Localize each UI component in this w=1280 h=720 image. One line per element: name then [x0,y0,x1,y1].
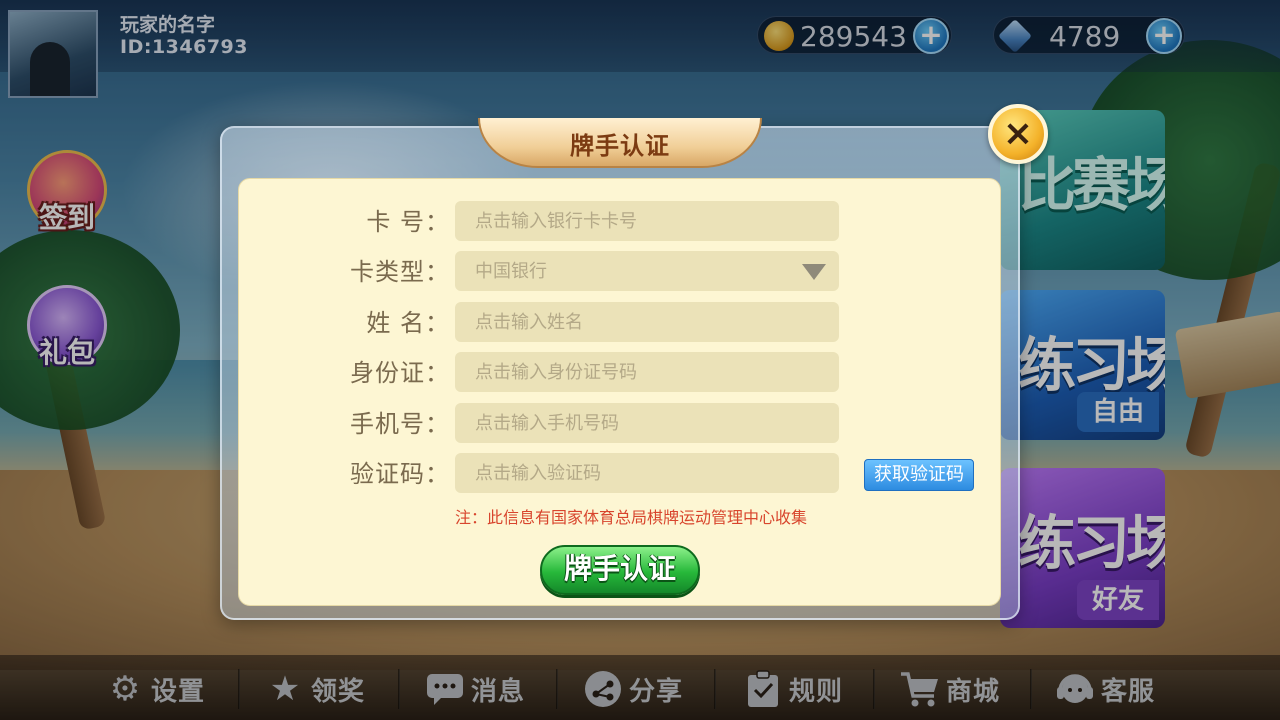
name-input[interactable] [455,302,839,342]
id-card-input[interactable] [455,352,839,392]
card-number-row: 卡 号： [0,201,1280,243]
dialog-title: 牌手认证 [570,132,670,160]
name-row: 姓 名： [0,302,1280,344]
verify-code-label: 验证码： [350,460,450,488]
verify-code-row: 验证码： [0,453,1280,495]
card-number-label: 卡 号： [366,208,450,236]
name-label: 姓 名： [366,309,450,337]
dialog-title-banner: 牌手认证 [478,118,762,168]
card-type-value: 中国银行 [475,261,547,282]
dropdown-arrow-icon [802,264,826,280]
close-icon: × [1002,113,1034,154]
get-code-button[interactable]: 获取验证码 [864,459,974,491]
phone-row: 手机号： [0,403,1280,445]
phone-label: 手机号： [350,410,450,438]
verify-code-input[interactable] [455,453,839,493]
submit-verification-button[interactable]: 牌手认证 [540,545,700,595]
card-type-row: 卡类型： 中国银行 [0,251,1280,293]
privacy-note: 注：此信息有国家体育总局棋牌运动管理中心收集 [455,508,808,527]
card-type-label: 卡类型： [350,258,450,286]
card-number-input[interactable] [455,201,839,241]
close-button[interactable]: × [988,104,1048,164]
phone-input[interactable] [455,403,839,443]
id-card-label: 身份证： [350,359,450,387]
id-card-row: 身份证： [0,352,1280,394]
